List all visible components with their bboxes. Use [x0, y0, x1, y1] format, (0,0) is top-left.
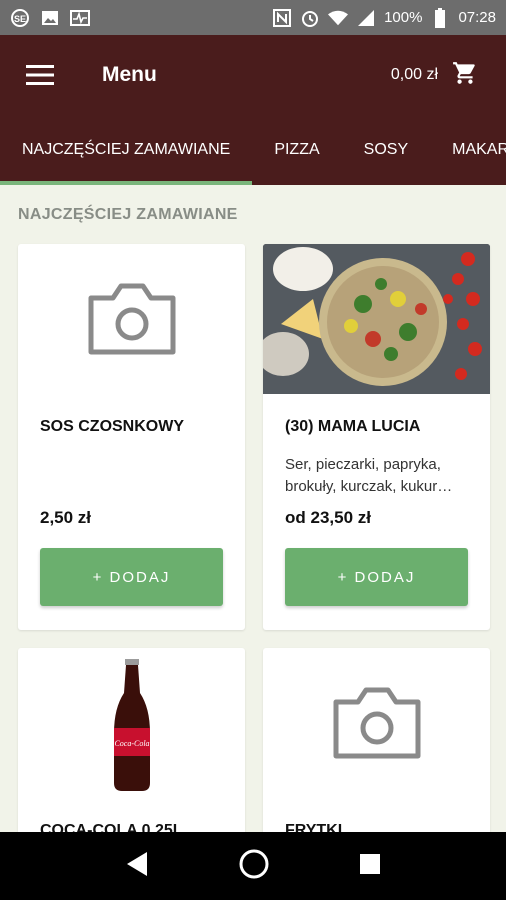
product-name: SOS CZOSNKOWY: [40, 418, 185, 435]
svg-text:SE: SE: [14, 14, 26, 24]
section-title: NAJCZĘŚCIEJ ZAMAWIANE: [18, 206, 238, 223]
app-bar: Menu 0,00 zł: [0, 35, 506, 115]
signal-icon: [356, 9, 376, 27]
nfc-icon: [272, 8, 292, 27]
cart-total: 0,00 zł: [390, 66, 438, 83]
status-time: 07:28: [458, 9, 496, 26]
add-button[interactable]: + DODAJ: [40, 548, 223, 606]
back-icon[interactable]: [125, 851, 149, 882]
product-price: od 23,50 zł: [285, 508, 371, 527]
page-title: Menu: [102, 63, 157, 86]
status-bar: SE 100% 07:28: [0, 0, 506, 35]
product-description: [40, 454, 225, 498]
battery-percentage: 100%: [384, 9, 423, 26]
product-card[interactable]: FRYTKI: [263, 648, 490, 848]
image-icon: [40, 9, 60, 27]
product-name: (30) MAMA LUCIA: [285, 418, 421, 435]
alarm-icon: [300, 9, 320, 27]
battery-icon: [430, 7, 450, 28]
product-card[interactable]: SOS CZOSNKOWY 2,50 zł + DODAJ: [18, 244, 245, 630]
pizza-image: [263, 244, 490, 394]
svg-text:Coca-Cola: Coca-Cola: [114, 739, 149, 748]
product-description: Ser, pieczarki, papryka, brokuły, kurcza…: [285, 456, 453, 495]
product-card[interactable]: (30) MAMA LUCIA Ser, pieczarki, papryka,…: [263, 244, 490, 630]
tab-makaron[interactable]: MAKAR: [430, 115, 506, 185]
home-icon[interactable]: [238, 848, 270, 885]
navigation-bar: [0, 832, 506, 900]
camera-placeholder-icon: [263, 648, 490, 798]
sim-icon: SE: [10, 8, 30, 27]
tab-najczesciej-zamawiane[interactable]: NAJCZĘŚCIEJ ZAMAWIANE: [0, 115, 253, 185]
cart-button[interactable]: 0,00 zł: [391, 60, 506, 91]
activity-icon: [70, 9, 90, 27]
category-tabs: NAJCZĘŚCIEJ ZAMAWIANE PIZZA SOSY MAKAR: [0, 115, 506, 185]
camera-placeholder-icon: [18, 244, 245, 394]
tab-sosy[interactable]: SOSY: [342, 115, 430, 185]
add-button[interactable]: + DODAJ: [285, 548, 468, 606]
tab-pizza[interactable]: PIZZA: [252, 115, 341, 185]
cart-icon: [452, 60, 478, 91]
menu-icon[interactable]: [0, 35, 80, 115]
product-price: 2,50 zł: [40, 508, 92, 527]
wifi-icon: [328, 9, 349, 27]
recents-icon[interactable]: [359, 853, 381, 880]
coca-cola-bottle-image: Coca-Cola: [18, 648, 245, 798]
product-card[interactable]: Coca-Cola COCA-COLA 0,25L: [18, 648, 245, 848]
